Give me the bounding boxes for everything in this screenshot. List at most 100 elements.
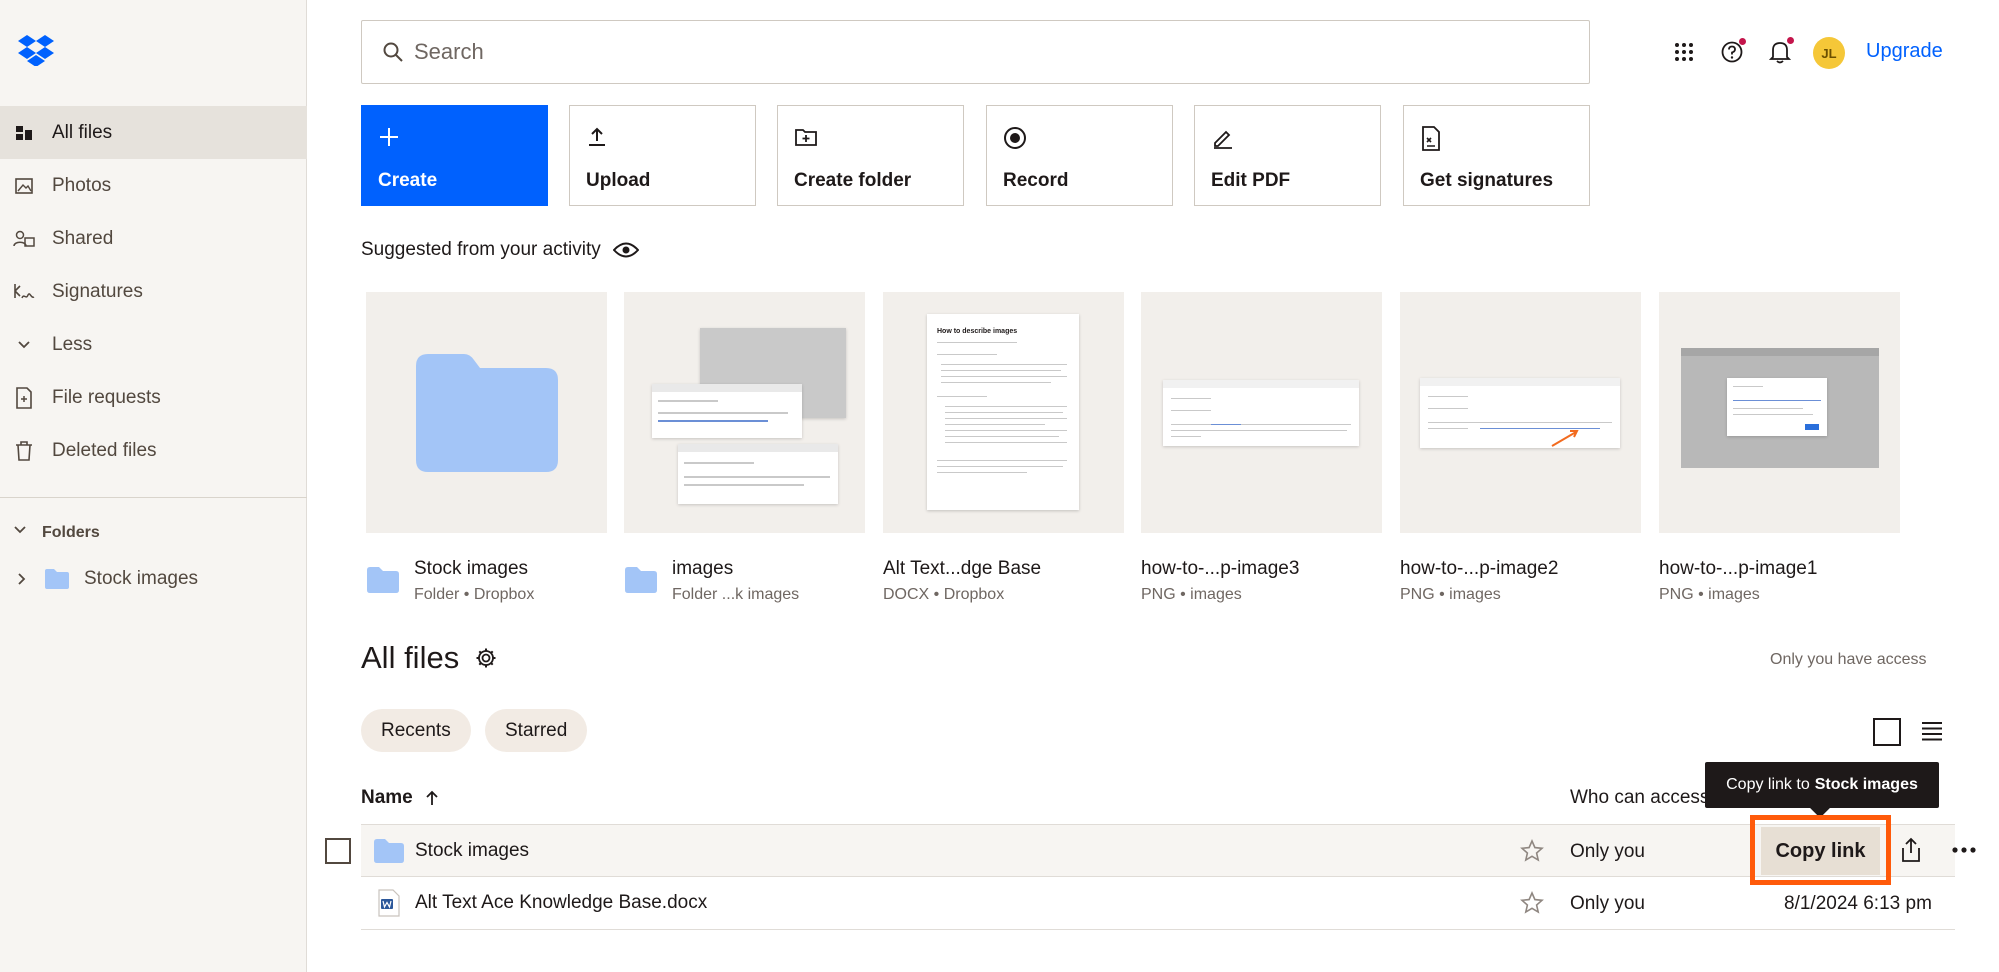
upload-button[interactable]: Upload: [569, 105, 756, 206]
card-name: Stock images: [414, 558, 529, 579]
sidebar-divider: [0, 497, 307, 498]
folder-tree-item-stock-images[interactable]: Stock images: [14, 568, 198, 590]
suggested-card[interactable]: how-to-...p-image1 PNG • images: [1659, 292, 1900, 604]
file-name[interactable]: Stock images: [415, 840, 529, 862]
signature-icon: [12, 280, 36, 304]
suggested-card[interactable]: how-to-...p-image2 PNG • images: [1400, 292, 1641, 604]
help-icon[interactable]: [1719, 36, 1746, 68]
suggested-card[interactable]: how-to-...p-image3 PNG • images: [1141, 292, 1382, 604]
search-bar[interactable]: [361, 20, 1590, 84]
upload-button-label: Upload: [586, 170, 651, 191]
trash-icon: [12, 439, 36, 463]
sidebar: All files Photos Shared Signatures Less …: [0, 0, 307, 972]
preview-window: [1681, 348, 1879, 468]
avatar[interactable]: JL: [1813, 37, 1845, 69]
sidebar-item-label: Photos: [52, 174, 112, 196]
sidebar-item-label: Less: [52, 333, 93, 355]
notification-dot: [1787, 37, 1794, 44]
record-button[interactable]: Record: [986, 105, 1173, 206]
suggested-card[interactable]: How to describe images Alt Text...dge Ba…: [883, 292, 1124, 604]
card-name: how-to-...p-image3: [1141, 558, 1300, 579]
card-name: how-to-...p-image2: [1400, 558, 1559, 579]
card-name: images: [672, 558, 734, 579]
tooltip-prefix: Copy link to: [1726, 776, 1810, 793]
card-subtitle: Folder ...k images: [672, 586, 800, 603]
table-row[interactable]: Stock images Only you: [361, 824, 1955, 877]
create-button[interactable]: Create: [361, 105, 548, 206]
sidebar-item-signatures[interactable]: Signatures: [0, 265, 307, 318]
card-name: how-to-...p-image1: [1659, 558, 1818, 579]
chevron-down-icon: [12, 333, 36, 357]
create-folder-button-label: Create folder: [794, 170, 912, 191]
create-folder-button[interactable]: Create folder: [777, 105, 964, 206]
sidebar-item-label: All files: [52, 121, 113, 143]
preview-window: [1163, 380, 1359, 446]
folders-section-toggle[interactable]: Folders: [12, 522, 100, 543]
table-row[interactable]: Alt Text Ace Knowledge Base.docx Only yo…: [361, 877, 1955, 930]
folder-icon: [366, 566, 400, 604]
row-checkbox[interactable]: [325, 838, 351, 864]
file-name[interactable]: Alt Text Ace Knowledge Base.docx: [415, 892, 707, 914]
plus-icon: [378, 126, 400, 153]
grid-view-icon[interactable]: [1873, 718, 1901, 746]
all-files-title: All files: [361, 640, 497, 676]
copy-link-tooltip: Copy link to Stock images: [1705, 762, 1939, 818]
starred-filter-chip[interactable]: Starred: [485, 709, 588, 752]
folder-preview-thumbnail: [624, 292, 865, 533]
all-files-title-text: All files: [361, 640, 460, 675]
shared-icon: [12, 227, 36, 251]
sidebar-item-all-files[interactable]: All files: [0, 106, 307, 159]
card-subtitle: PNG • images: [1659, 586, 1760, 603]
copy-link-button[interactable]: Copy link: [1761, 827, 1880, 875]
sidebar-item-photos[interactable]: Photos: [0, 159, 307, 212]
edit-pdf-button[interactable]: Edit PDF: [1194, 105, 1381, 206]
gear-icon[interactable]: [475, 647, 497, 669]
list-view-icon[interactable]: [1921, 721, 1943, 741]
sidebar-item-file-requests[interactable]: File requests: [0, 371, 307, 424]
arrow-up-icon: [425, 790, 439, 806]
signature-doc-icon: [1420, 126, 1442, 157]
card-subtitle: DOCX • Dropbox: [883, 586, 1005, 603]
star-icon[interactable]: [1520, 839, 1544, 868]
preview-window: [1420, 378, 1620, 448]
sidebar-item-less[interactable]: Less: [0, 318, 307, 371]
access-value: Only you: [1570, 841, 1645, 862]
folder-thumbnail: [366, 292, 607, 533]
modified-date: 8/1/2024 6:13 pm: [1784, 893, 1932, 914]
access-value: Only you: [1570, 893, 1645, 914]
upgrade-link[interactable]: Upgrade: [1866, 40, 1943, 63]
suggested-card[interactable]: images Folder ...k images: [624, 292, 865, 604]
image-thumbnail: [1400, 292, 1641, 533]
image-thumbnail: [1141, 292, 1382, 533]
folders-header-label: Folders: [42, 523, 100, 541]
folder-add-icon: [794, 126, 818, 153]
search-input[interactable]: [414, 39, 1514, 65]
recents-filter-chip[interactable]: Recents: [361, 709, 471, 752]
get-signatures-button[interactable]: Get signatures: [1403, 105, 1590, 206]
sidebar-item-label: Deleted files: [52, 439, 157, 461]
image-thumbnail: [1659, 292, 1900, 533]
name-column-header[interactable]: Name: [361, 787, 439, 809]
card-subtitle: PNG • images: [1141, 586, 1242, 603]
apps-grid-icon[interactable]: [1672, 36, 1696, 68]
record-icon: [1003, 126, 1027, 155]
bell-icon[interactable]: [1767, 36, 1794, 68]
word-doc-icon: [377, 889, 401, 922]
file-request-icon: [12, 386, 36, 410]
access-column-header[interactable]: Who can access: [1570, 787, 1709, 809]
sidebar-item-shared[interactable]: Shared: [0, 212, 307, 265]
chevron-down-icon: [12, 522, 28, 543]
suggested-card[interactable]: Stock images Folder • Dropbox: [366, 292, 607, 604]
chevron-right-icon[interactable]: [14, 571, 30, 587]
star-icon[interactable]: [1520, 891, 1544, 920]
sidebar-item-deleted-files[interactable]: Deleted files: [0, 424, 307, 477]
more-options-icon[interactable]: [1950, 840, 1978, 860]
folder-icon: [44, 568, 70, 590]
get-signatures-button-label: Get signatures: [1420, 170, 1554, 191]
dropbox-logo-icon[interactable]: [18, 34, 54, 67]
share-icon[interactable]: [1897, 836, 1925, 864]
card-name: Alt Text...dge Base: [883, 558, 1042, 579]
sidebar-item-label: Shared: [52, 227, 114, 249]
eye-icon[interactable]: [612, 241, 639, 259]
suggested-section-title: Suggested from your activity: [361, 239, 639, 261]
